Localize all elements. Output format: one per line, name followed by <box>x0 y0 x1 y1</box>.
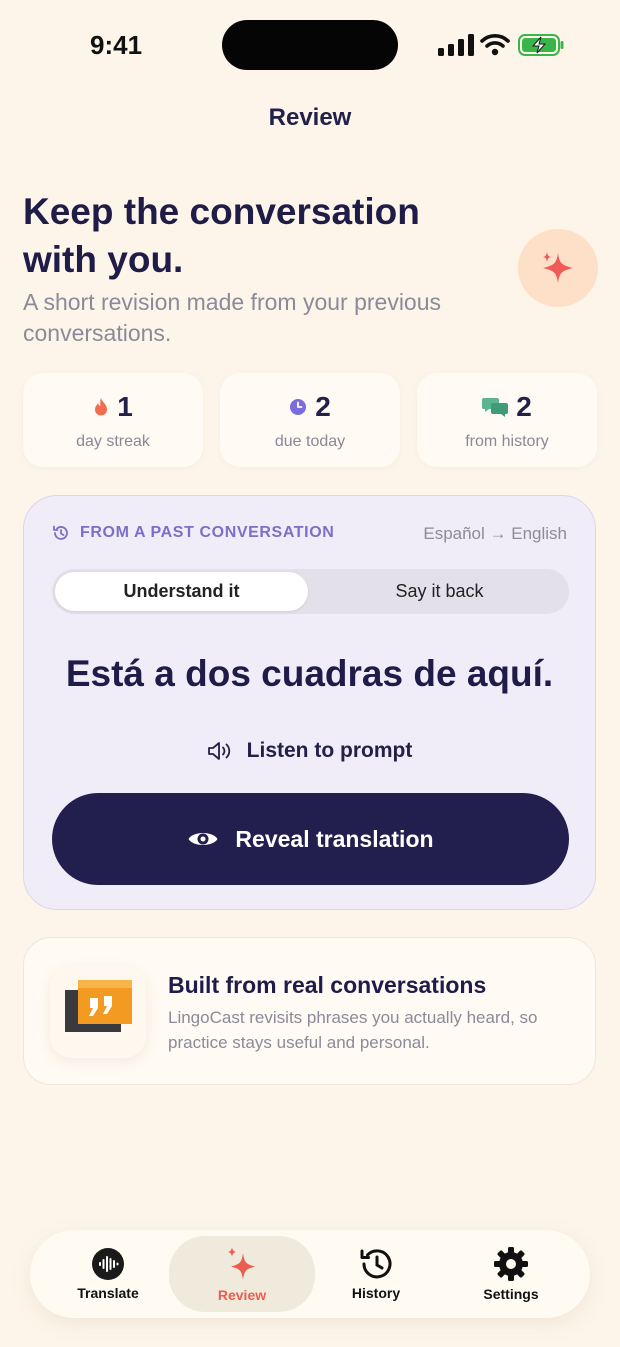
sparkles-icon <box>543 252 573 283</box>
dynamic-island <box>222 20 398 70</box>
sparkles-icon <box>228 1247 255 1280</box>
tab-translate[interactable]: Translate <box>43 1230 173 1318</box>
stats-row: 1 day streak 2 due today 2 from history <box>23 373 598 467</box>
gear-icon <box>494 1247 528 1281</box>
tab-settings[interactable]: Settings <box>446 1230 576 1318</box>
language-pair: Español → English <box>423 524 567 543</box>
waveform-icon <box>92 1248 124 1280</box>
info-body: LingoCast revisits phrases you actually … <box>168 1008 538 1052</box>
mode-say-it-back[interactable]: Say it back <box>313 572 566 611</box>
tab-label: Settings <box>483 1286 539 1302</box>
hero-subtitle: A short revision made from your previous… <box>23 289 442 346</box>
stat-label: from history <box>465 433 549 450</box>
card-source-label: FROM A PAST CONVERSATION <box>80 524 335 541</box>
clock-icon <box>290 399 307 415</box>
quote-cards-icon <box>65 980 132 1032</box>
status-bar: 9:41 <box>0 0 620 90</box>
mode-understand-it[interactable]: Understand it <box>55 572 308 611</box>
info-icon-tile <box>50 966 146 1058</box>
status-time: 9:41 <box>90 30 143 60</box>
reveal-translation-button[interactable]: Reveal translation <box>52 793 569 885</box>
tab-bar: Translate Review History Settings <box>30 1230 590 1318</box>
chat-bubbles-icon <box>482 398 509 417</box>
page-title: Review <box>268 104 352 131</box>
tab-review[interactable]: Review <box>169 1236 315 1312</box>
listen-button[interactable]: Listen to prompt <box>24 739 595 763</box>
stat-due: 2 due today <box>220 373 400 467</box>
battery-charging-icon <box>518 34 564 56</box>
info-card: Built from real conversations LingoCast … <box>23 937 596 1085</box>
sparkle-badge <box>518 229 598 307</box>
stat-streak: 1 day streak <box>23 373 203 467</box>
stat-value: 2 <box>516 391 532 422</box>
hero-headline: Keep the conversation with you. <box>23 191 420 280</box>
tab-history[interactable]: History <box>311 1230 441 1318</box>
cellular-signal-icon <box>438 34 474 56</box>
stat-history: 2 from history <box>417 373 597 467</box>
listen-label: Listen to prompt <box>246 739 413 762</box>
eye-icon <box>188 833 218 845</box>
tab-label: History <box>351 1285 401 1301</box>
speaker-icon <box>207 742 230 760</box>
reveal-label: Reveal translation <box>235 825 434 852</box>
prompt-phrase: Está a dos cuadras de aquí. <box>65 653 554 694</box>
card-source: FROM A PAST CONVERSATION <box>52 524 334 542</box>
wifi-icon <box>480 34 510 56</box>
history-icon <box>53 525 68 540</box>
flame-icon <box>95 398 108 416</box>
stat-value: 1 <box>117 391 133 422</box>
stat-label: day streak <box>76 433 150 450</box>
review-card: FROM A PAST CONVERSATION Español → Engli… <box>23 495 596 910</box>
stat-label: due today <box>274 433 346 450</box>
mode-segmented-control: Understand it Say it back <box>52 569 569 614</box>
tab-label: Translate <box>77 1285 139 1301</box>
stat-value: 2 <box>315 391 331 422</box>
tab-label: Review <box>217 1287 267 1303</box>
history-icon <box>360 1249 392 1279</box>
info-title: Built from real conversations <box>168 972 487 998</box>
